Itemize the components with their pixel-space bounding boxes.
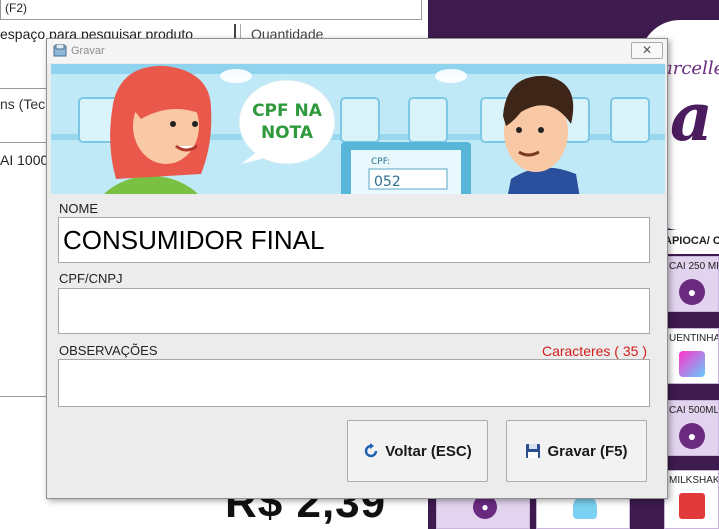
divider: [0, 142, 46, 143]
bubble-line-1: CPF NA: [252, 101, 323, 121]
cpf-na-nota-banner: CPF: 052 CPF NA NOTA: [51, 64, 665, 194]
back-button[interactable]: Voltar (ESC): [347, 420, 488, 482]
dialog-title: Gravar: [71, 45, 105, 57]
app-icon: [53, 44, 67, 57]
milkshake-icon: [679, 493, 705, 519]
product-tile[interactable]: CAI 250 ML ●: [664, 256, 719, 312]
bubble-line-2: NOTA: [261, 123, 314, 143]
top-hint-text: (F2): [5, 1, 27, 15]
category-title[interactable]: APIOCA/ C: [664, 230, 719, 254]
screen-label-text: CPF:: [371, 157, 390, 167]
product-tile-label: MILKSHAKE: [669, 475, 719, 486]
save-dialog: Gravar ✕ CPF: 052 CPF NA NOTA NOME CONSU…: [46, 38, 668, 499]
cpf-cnpj-label: CPF/CNPJ: [59, 271, 123, 286]
close-icon: ✕: [641, 43, 653, 57]
divider: [0, 88, 46, 89]
banner-illustration: CPF: 052 CPF NA NOTA: [51, 64, 665, 194]
product-tile[interactable]: UENTINHA 1: [664, 328, 719, 384]
close-button[interactable]: ✕: [631, 42, 663, 59]
top-hint-bar: (F2): [0, 0, 422, 20]
save-button[interactable]: Gravar (F5): [506, 420, 647, 482]
divider: [0, 396, 46, 397]
logo-big-letter: a: [670, 78, 713, 156]
product-line: AI 1000: [0, 152, 49, 168]
logo-script-text: arcelle: [662, 58, 719, 79]
back-button-label: Voltar (ESC): [385, 442, 472, 460]
observations-input[interactable]: [58, 359, 650, 407]
product-tile[interactable]: CAI 500ML ●: [664, 400, 719, 456]
refresh-icon: [365, 443, 378, 458]
grape-icon: ●: [679, 423, 705, 449]
name-label: NOME: [59, 201, 98, 216]
floppy-disk-icon: [526, 444, 541, 458]
screen-value-text: 052: [374, 174, 401, 190]
dialog-titlebar[interactable]: Gravar ✕: [47, 39, 667, 63]
save-button-label: Gravar (F5): [547, 442, 628, 460]
cpf-cnpj-input[interactable]: [58, 288, 650, 334]
product-tile-label: UENTINHA 1: [669, 333, 719, 344]
grape-icon: ●: [679, 279, 705, 305]
product-tile-label: CAI 500ML: [669, 405, 719, 416]
name-input[interactable]: [58, 217, 650, 263]
cup-icon: [679, 351, 705, 377]
observations-label: OBSERVAÇÕES: [59, 343, 158, 358]
product-tile-label: CAI 250 ML: [669, 261, 719, 272]
product-line: ns (Tecl: [0, 96, 49, 112]
product-tile[interactable]: MILKSHAKE: [664, 470, 719, 529]
character-counter: Caracteres ( 35 ): [541, 343, 647, 359]
